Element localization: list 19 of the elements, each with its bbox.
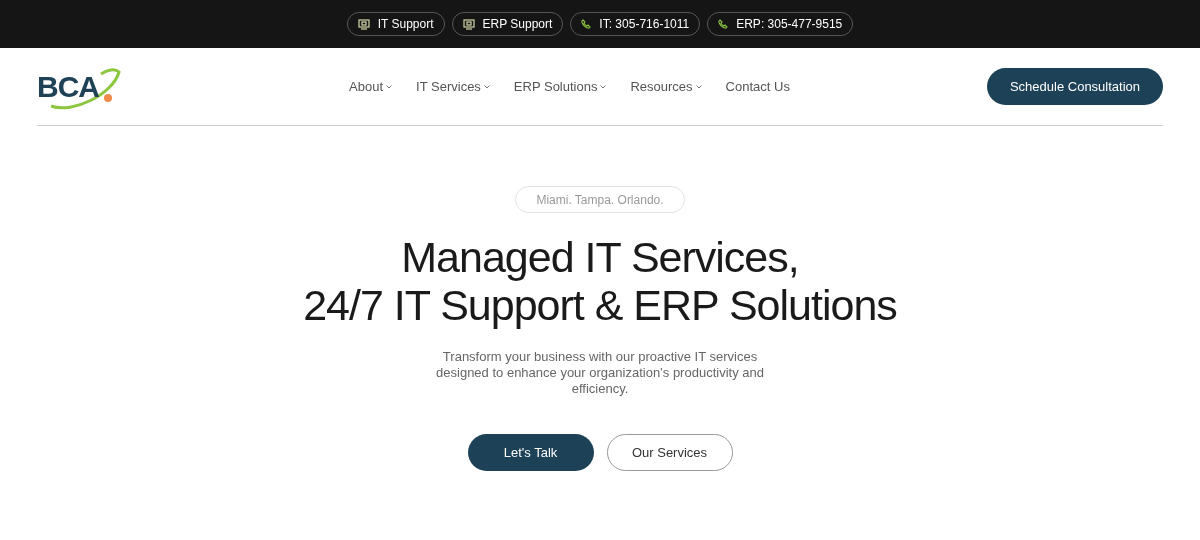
- monitor-icon: [357, 18, 370, 30]
- chevron-down-icon: [483, 84, 490, 89]
- nav-link[interactable]: Contact Us: [725, 76, 790, 97]
- nav-link[interactable]: About: [349, 76, 393, 97]
- chevron-down-icon: [695, 84, 702, 89]
- logo[interactable]: BCA: [37, 61, 122, 112]
- chevron-down-icon: [600, 84, 607, 89]
- nav-link[interactable]: ERP Solutions: [513, 76, 607, 97]
- nav-link[interactable]: IT Services: [416, 76, 490, 97]
- chevron-down-icon: [386, 84, 393, 89]
- our-services-button[interactable]: Our Services: [606, 434, 733, 471]
- hero-subtitle: Transform your business with our proactive IT services designed to enhance your organization’s productivity and efficiency.: [435, 349, 765, 397]
- hero-title: Managed IT Services, 24/7 IT Support & ERP Solutions: [303, 233, 897, 329]
- schedule-consultation-button[interactable]: Schedule Consultation: [987, 68, 1163, 105]
- phone-icon: [581, 19, 592, 29]
- phone-icon: [718, 19, 729, 29]
- nav-link[interactable]: Resources: [630, 76, 702, 97]
- lets-talk-button[interactable]: Let's Talk: [467, 434, 594, 471]
- monitor-icon: [462, 18, 475, 30]
